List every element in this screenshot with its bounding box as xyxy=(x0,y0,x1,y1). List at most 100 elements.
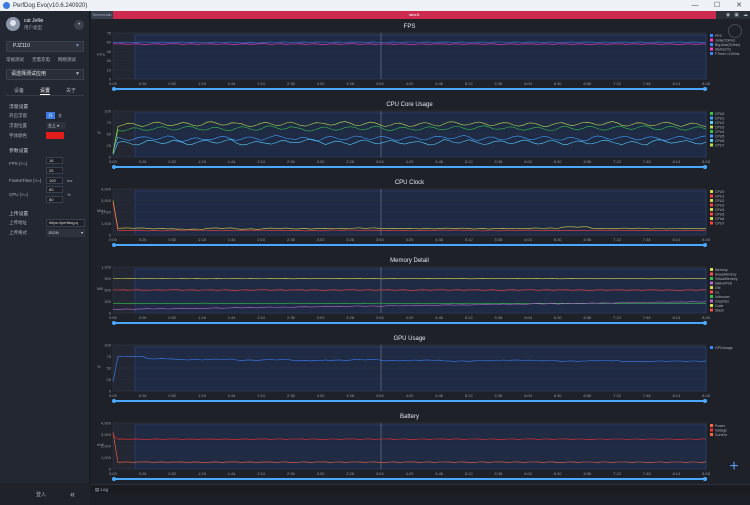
upload-section-title: 上传设置 xyxy=(9,212,29,217)
x-tick-label: 2:10 xyxy=(257,159,266,164)
float-on-toggle[interactable]: 开 xyxy=(46,112,55,119)
scroll-handle-left xyxy=(112,243,116,247)
x-tick-label: 4:46 xyxy=(435,81,444,86)
x-tick-label: 0:00 xyxy=(109,237,118,242)
x-tick-label: 1:44 xyxy=(228,471,237,476)
legend-swatch xyxy=(710,346,713,349)
y-tick-label: 3,000 xyxy=(101,432,112,437)
float-pos-select[interactable]: 左上 ▾ xyxy=(46,122,66,129)
x-tick-label: 3:54 xyxy=(376,315,385,320)
chart-panel-4: GPU Usage0255075100%0:00 0:26 0:52 1:18 1:44… xyxy=(97,336,733,403)
chevron-down-icon[interactable]: ▼ xyxy=(75,42,80,51)
close-button[interactable]: ✕ xyxy=(728,0,750,11)
chart-title: Battery xyxy=(400,414,419,420)
legend-label: CPU4 xyxy=(715,130,724,134)
scroll-bar xyxy=(113,478,706,480)
x-tick-label: 8:28 xyxy=(702,393,711,398)
x-tick-label: 7:22 xyxy=(613,315,622,320)
y-tick-label: 75 xyxy=(107,354,112,359)
legend-swatch xyxy=(710,281,713,285)
y-tick-label: 600 xyxy=(104,288,111,293)
x-tick-label: 7:22 xyxy=(613,471,622,476)
log-icon[interactable]: ▤ xyxy=(95,487,99,492)
mode-network[interactable]: 网络测试 xyxy=(58,57,76,63)
x-tick-label: 3:02 xyxy=(317,471,326,476)
tab-device[interactable]: 设备 xyxy=(14,87,24,95)
scroll-bar xyxy=(113,322,706,324)
x-tick-label: 5:38 xyxy=(495,81,504,86)
minimize-button[interactable]: — xyxy=(684,0,706,11)
legend-swatch xyxy=(710,299,713,303)
legend-swatch xyxy=(710,268,713,271)
y-axis-label: % xyxy=(97,364,101,369)
user-profile[interactable]: cat Jellie 用户类型 xyxy=(6,17,43,31)
menu-button[interactable]: • xyxy=(74,20,84,30)
legend-swatch xyxy=(710,272,713,276)
chart-panel-0: FPS01530456075FPS0:00 0:26 0:52 1:18 1:44 2:1… xyxy=(97,24,740,91)
legend-label: Code xyxy=(715,304,723,308)
tab-about[interactable]: 关于 xyxy=(66,87,76,95)
legend-label: BigJank(/10min) xyxy=(715,43,740,47)
legend-swatch xyxy=(710,295,713,298)
cpu-threshold-input-1[interactable]: 60 xyxy=(46,186,63,193)
legend-label: CPU7 xyxy=(715,143,724,147)
x-tick-label: 6:04 xyxy=(524,315,533,320)
fps-threshold-input-2[interactable]: 25 xyxy=(46,167,63,174)
scroll-handle-right xyxy=(703,87,707,91)
x-tick-label: 6:56 xyxy=(584,159,593,164)
x-tick-label: 0:26 xyxy=(139,315,148,320)
chevron-down-icon[interactable]: ▼ xyxy=(75,70,80,79)
scroll-bar xyxy=(113,400,706,402)
y-tick-label: 50 xyxy=(107,132,112,137)
legend-label: CPU6 xyxy=(715,139,724,143)
x-tick-label: 4:46 xyxy=(435,471,444,476)
x-tick-label: 3:54 xyxy=(376,237,385,242)
x-tick-label: 5:12 xyxy=(465,315,474,320)
scroll-handle-left xyxy=(112,165,116,169)
cpu-threshold-input-2[interactable]: 80 xyxy=(46,196,63,203)
font-color-swatch[interactable] xyxy=(46,132,64,139)
frametime-input[interactable]: 100 xyxy=(46,177,63,184)
frametime-unit: ms xyxy=(67,178,73,183)
x-tick-label: 2:36 xyxy=(287,81,296,86)
record-indicator-icon[interactable] xyxy=(728,24,742,38)
login-button[interactable]: 登入 xyxy=(36,491,46,498)
app-logo-icon xyxy=(3,2,10,9)
log-label[interactable]: Log xyxy=(101,487,109,492)
legend-label: CPU1 xyxy=(715,116,724,120)
app-select[interactable]: 请选择测试应用 ▼ xyxy=(6,69,84,80)
add-marker-button[interactable]: + xyxy=(726,459,742,476)
scroll-handle-right xyxy=(703,243,707,247)
mode-nocharge[interactable]: 无需充电 xyxy=(32,57,50,63)
mode-normal[interactable]: 常规测试 xyxy=(6,57,24,63)
tab-settings[interactable]: 设置 xyxy=(39,87,50,95)
legend-label: Current xyxy=(715,433,727,437)
float-off-toggle[interactable]: 关 xyxy=(58,113,62,119)
legend-swatch xyxy=(710,130,713,133)
upload-fmt-select[interactable]: JSON ▾ xyxy=(46,229,85,237)
maximize-button[interactable]: ☐ xyxy=(706,0,728,11)
upload-fmt-value: JSON xyxy=(48,230,59,235)
legend-label: FTime>=100ms xyxy=(715,52,740,56)
x-tick-label: 4:20 xyxy=(406,159,415,164)
collapse-sidebar-icon[interactable]: « xyxy=(70,489,75,499)
scroll-handle-left xyxy=(112,321,116,325)
legend-swatch xyxy=(710,212,713,216)
x-tick-label: 4:20 xyxy=(406,315,415,320)
x-tick-label: 0:00 xyxy=(109,393,118,398)
legend-swatch xyxy=(710,47,713,51)
fps-threshold-input-1[interactable]: 18 xyxy=(46,157,63,164)
x-tick-label: 3:28 xyxy=(346,81,355,86)
avatar[interactable] xyxy=(6,17,20,31)
x-tick-label: 2:10 xyxy=(257,471,266,476)
x-tick-label: 2:36 xyxy=(287,315,296,320)
x-tick-label: 1:44 xyxy=(228,81,237,86)
params-section-title: 参数设置 xyxy=(9,149,29,154)
upload-addr-input[interactable]: https://perfdog.q xyxy=(46,219,85,227)
x-tick-label: 3:28 xyxy=(346,393,355,398)
device-select[interactable]: PJZ110 ▼ xyxy=(6,41,84,52)
x-tick-label: 7:48 xyxy=(643,159,652,164)
x-tick-label: 0:00 xyxy=(109,81,118,86)
scroll-bar xyxy=(113,166,706,168)
x-tick-label: 2:36 xyxy=(287,471,296,476)
